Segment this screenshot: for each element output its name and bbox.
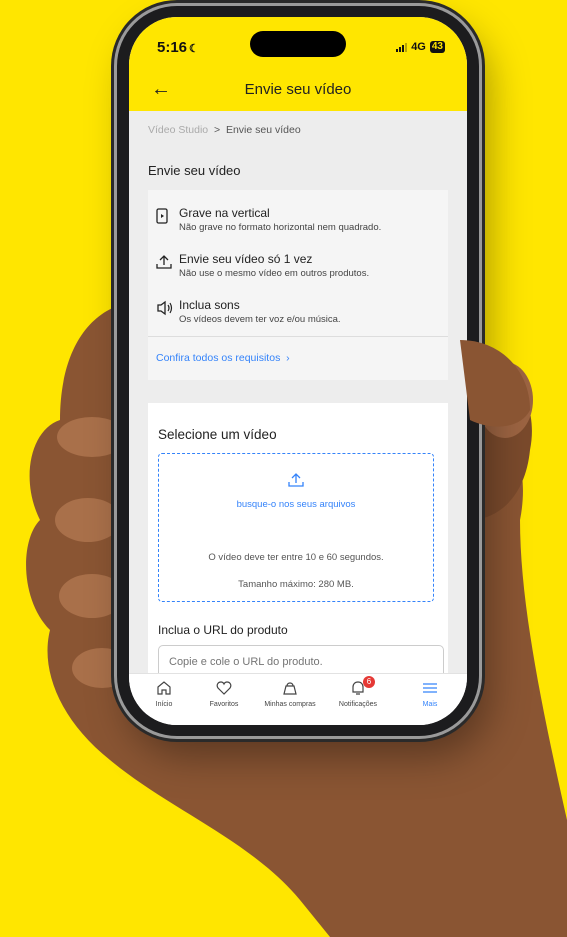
status-time: 5:16 ☾ [157,39,199,56]
page-title: Envie seu vídeo [244,81,352,98]
requirements-link[interactable]: Confira todos os requisitos › [156,352,290,364]
upload-title: Selecione um vídeo [158,427,277,442]
nav-label: Minhas compras [264,701,316,708]
nav-item-notifications[interactable]: 6 Notificações [327,676,389,708]
vertical-phone-icon [156,208,174,226]
product-url-input[interactable] [158,645,444,673]
nav-label: Início [155,701,173,708]
main-content[interactable]: Vídeo Studio > Envie seu vídeo Envie seu… [129,111,467,673]
size-hint: Tamanho máximo: 280 MB. [238,579,354,590]
nav-item-more[interactable]: Mais [399,680,461,708]
nav-item-purchases[interactable]: Minhas compras [259,680,321,708]
requirement-title: Envie seu vídeo só 1 vez [179,252,313,266]
thumb-overlay [460,340,530,427]
network-label: 4G [411,41,426,53]
phone-screen: 5:16 ☾ 4G 43 ← Envie seu vídeo Vídeo Stud… [129,17,467,725]
nav-label: Mais [422,701,438,708]
nav-item-home[interactable]: Início [133,680,195,708]
nav-label: Notificações [338,701,378,708]
breadcrumb-parent[interactable]: Vídeo Studio [148,124,208,136]
requirement-desc: Os vídeos devem ter voz e/ou música. [179,314,341,325]
bag-icon [259,680,321,698]
nav-item-favorites[interactable]: Favoritos [193,680,255,708]
requirements-card: Grave na vertical Não grave no formato h… [148,190,448,336]
phone-frame: 5:16 ☾ 4G 43 ← Envie seu vídeo Vídeo Stud… [117,6,479,736]
requirement-desc: Não use o mesmo vídeo em outros produtos… [179,268,370,279]
requirement-title: Inclua sons [179,298,240,312]
bell-icon: 6 [327,676,389,698]
browse-files-link[interactable]: busque-o nos seus arquivos [159,499,433,510]
requirement-desc: Não grave no formato horizontal nem quad… [179,222,382,233]
nav-label: Favoritos [209,701,239,708]
heart-icon [193,680,255,698]
video-dropzone[interactable]: busque-o nos seus arquivos O vídeo deve … [158,453,434,602]
breadcrumb-separator: > [213,124,221,136]
speaker-icon [156,300,174,318]
duration-hint: O vídeo deve ter entre 10 e 60 segundos. [208,552,384,563]
status-indicators: 4G 43 [396,41,445,53]
requirement-title: Grave na vertical [179,206,270,220]
app-bar: ← Envie seu vídeo [129,69,467,111]
bottom-nav: Início Favoritos Minhas compras 6 Notifi… [129,673,467,725]
signal-icon [396,42,408,52]
upload-section: Selecione um vídeo busque-o nos seus arq… [148,403,448,673]
section-title: Envie seu vídeo [148,163,241,178]
requirements-link-row[interactable]: Confira todos os requisitos › [148,337,448,380]
status-bar: 5:16 ☾ 4G 43 [129,17,467,69]
upload-icon [156,254,174,272]
upload-icon[interactable] [159,472,433,493]
url-title: Inclua o URL do produto [158,623,288,637]
home-icon [133,680,195,698]
notification-badge: 6 [363,676,375,688]
breadcrumb: Vídeo Studio > Envie seu vídeo [148,124,301,136]
moon-icon: ☾ [189,43,199,55]
breadcrumb-current: Envie seu vídeo [225,124,301,136]
battery-icon: 43 [429,41,445,53]
dynamic-island [250,31,346,57]
menu-icon [399,680,461,698]
chevron-right-icon: › [286,352,290,364]
